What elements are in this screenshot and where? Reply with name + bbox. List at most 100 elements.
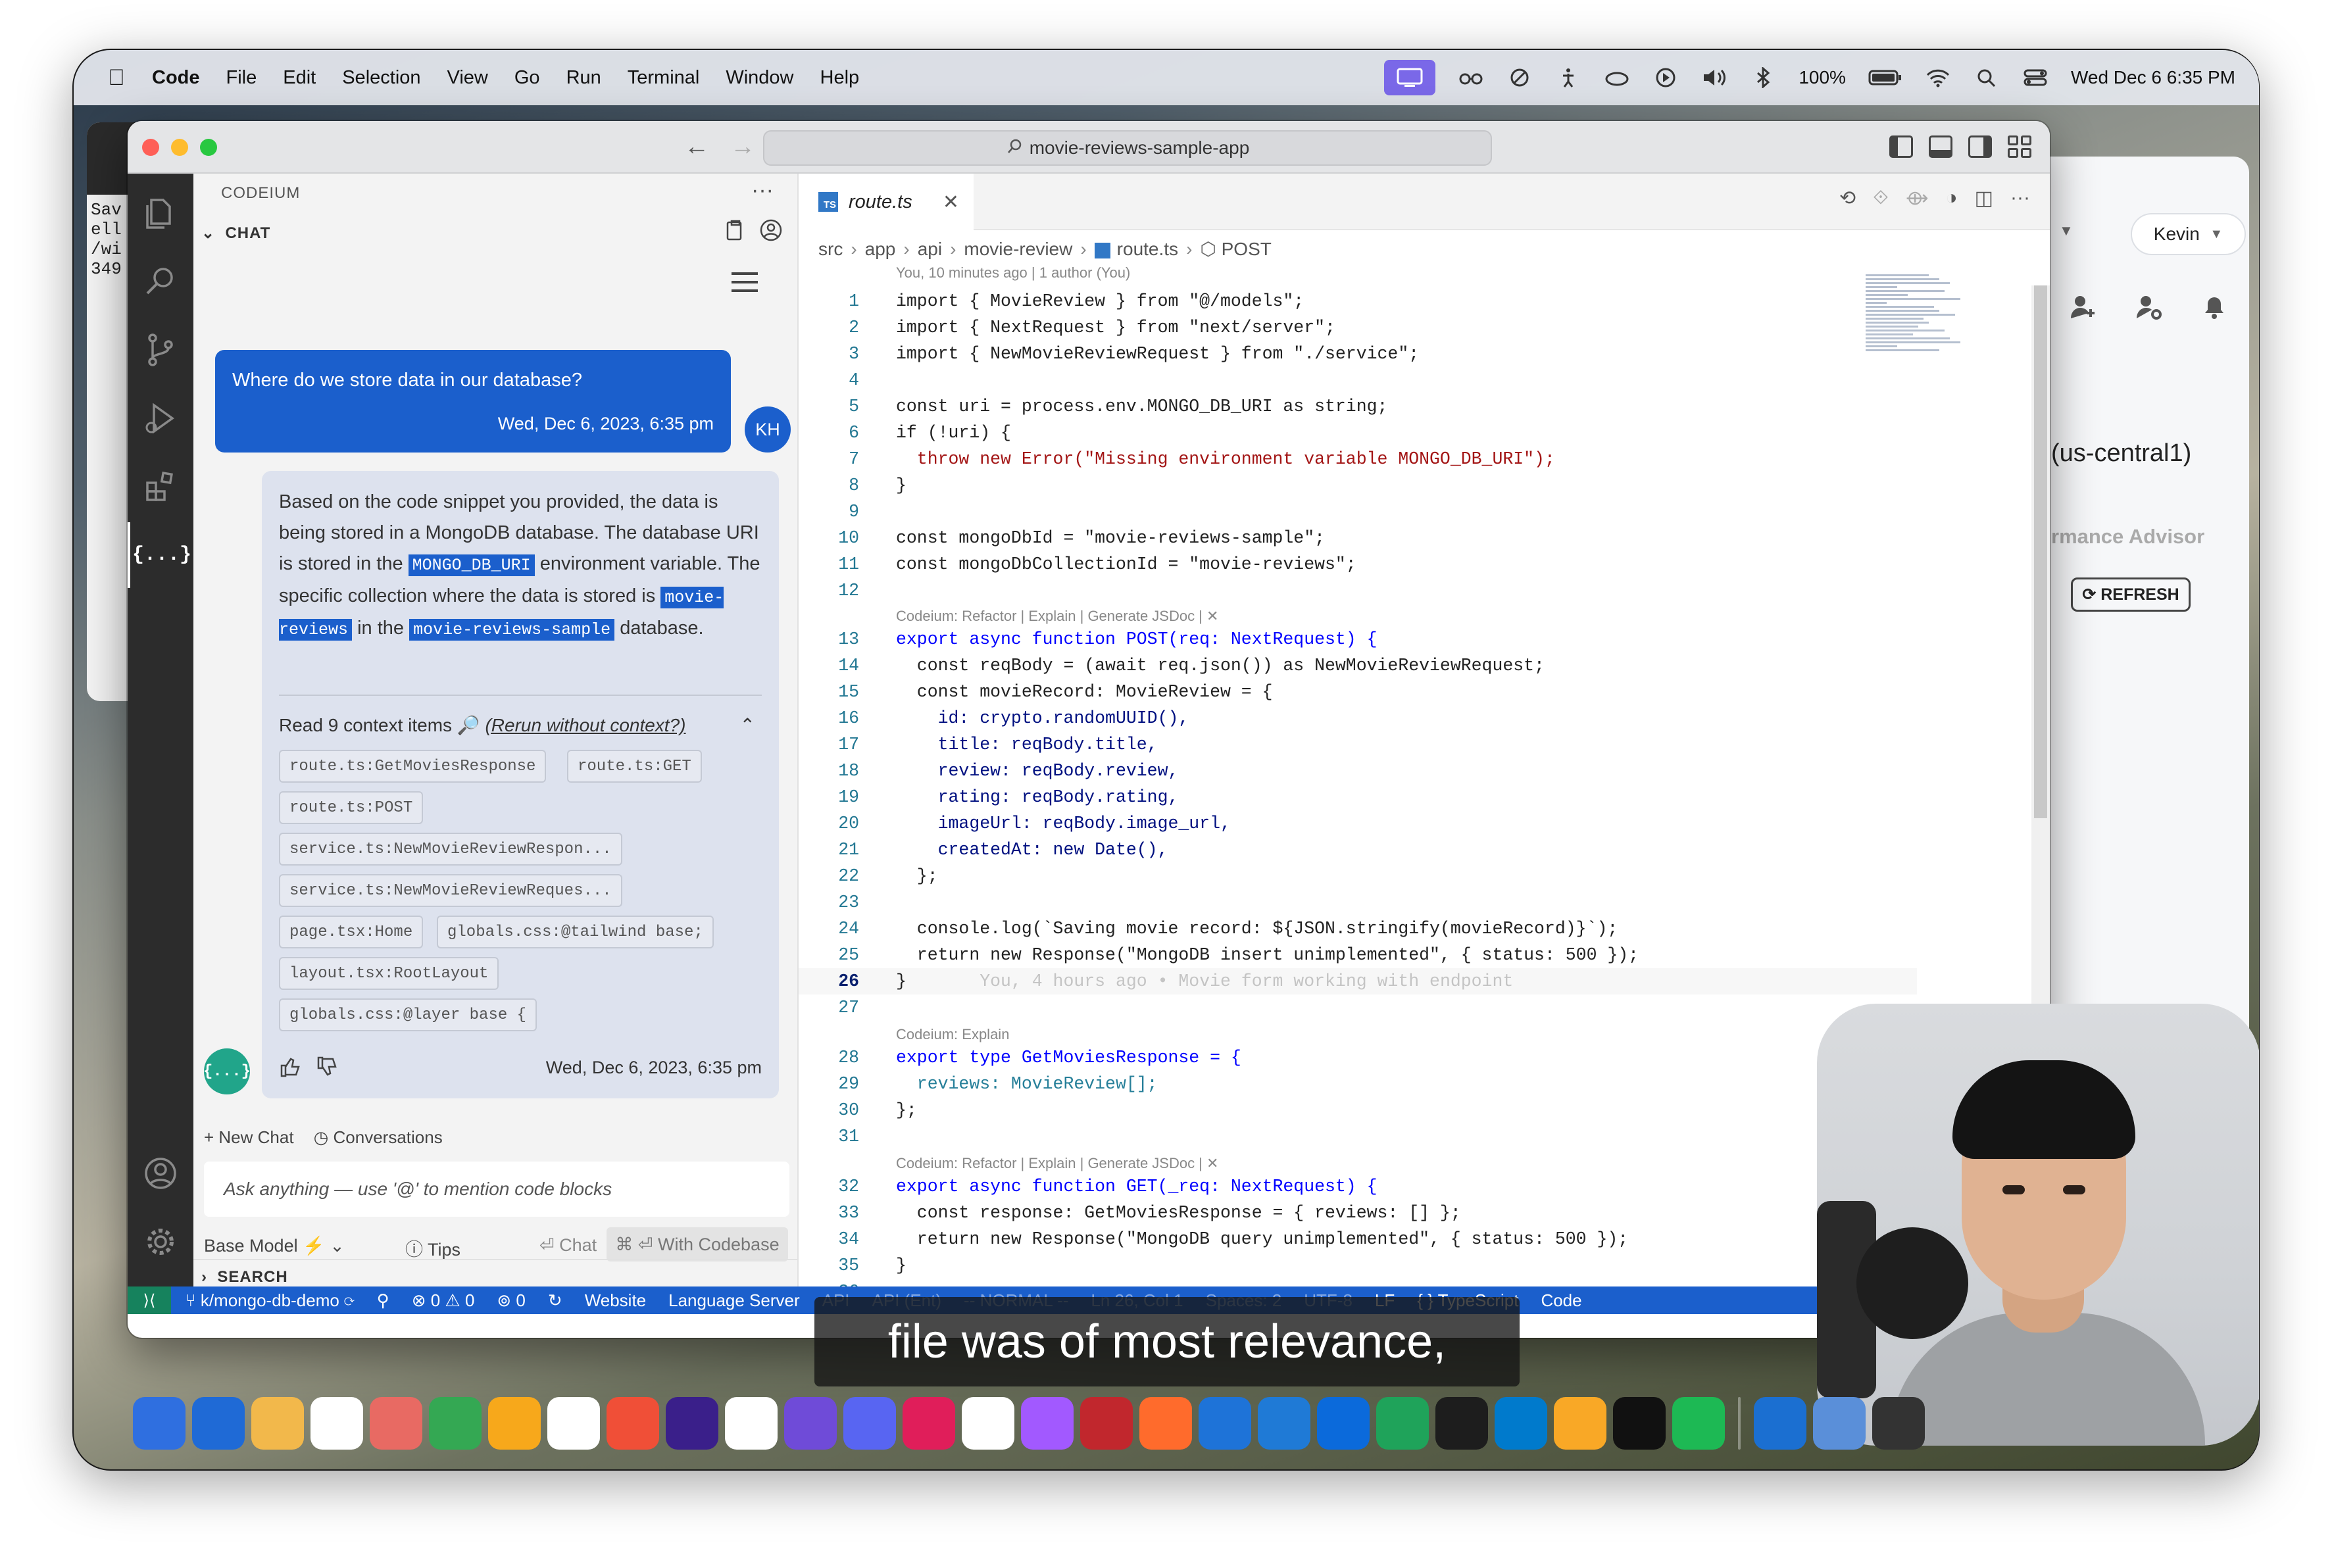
account-icon[interactable] [128,1140,193,1206]
clipboard-icon[interactable] [724,218,747,242]
bell-icon[interactable] [2200,292,2229,321]
dock-app-icon[interactable] [784,1397,837,1450]
menu-app-name[interactable]: Code [152,67,200,89]
breadcrumb-item[interactable]: src [818,239,843,259]
tab-route-ts[interactable]: TS route.ts ✕ [799,174,974,230]
breadcrumb-item[interactable]: api [918,239,942,259]
breadcrumb-item[interactable]: route.ts [1117,239,1178,259]
back-arrow-icon[interactable]: ← [684,133,709,161]
dock-app-icon[interactable] [1754,1397,1806,1450]
dock-app-icon[interactable] [1613,1397,1666,1450]
conversations-button[interactable]: ◷ Conversations [314,1127,443,1148]
wifi-icon[interactable] [1925,67,1951,88]
screen-share-icon[interactable] [1384,60,1436,95]
toggle-panel-icon[interactable] [1929,135,1952,158]
refresh-button[interactable]: ⟳ REFRESH [2071,577,2191,612]
new-chat-button[interactable]: + New Chat [204,1127,294,1148]
scrollbar-thumb[interactable] [2034,285,2047,818]
zoom-window-button[interactable] [200,139,217,156]
glasses-icon[interactable] [1458,67,1484,88]
previous-change-icon[interactable]: ⟐ [1873,187,1889,210]
dock-app-icon[interactable] [903,1397,955,1450]
dock-app-icon[interactable] [547,1397,600,1450]
codeium-code-lens[interactable]: Codeium: Explain [896,1026,1009,1043]
search-section-header[interactable]: › SEARCH [193,1259,797,1286]
dock-app-icon[interactable] [1021,1397,1074,1450]
dock-app-icon[interactable] [666,1397,718,1450]
forward-arrow-icon[interactable]: → [730,133,755,161]
ports-indicator[interactable]: ⊚ 0 [497,1290,525,1311]
extensions-icon[interactable] [128,454,193,520]
model-selector[interactable]: Base Model ⚡ ⌄ [204,1235,345,1256]
context-chip[interactable]: route.ts:GET [567,750,702,783]
chevron-down-icon[interactable]: ▼ [2059,222,2073,239]
more-actions-icon[interactable]: ··· [751,178,774,203]
minimize-window-button[interactable] [171,139,188,156]
dock-app-icon[interactable] [843,1397,896,1450]
refresh-icon[interactable]: ↻ [548,1290,562,1311]
user-settings-icon[interactable] [2134,292,2163,321]
breadcrumb-item[interactable]: app [865,239,896,259]
cloud-icon[interactable] [1604,67,1630,88]
context-chip[interactable]: globals.css:@layer base { [279,998,537,1031]
context-chip[interactable]: globals.css:@tailwind base; [437,916,714,948]
problems-indicator[interactable]: ⊗ 0 ⚠ 0 [412,1290,475,1311]
menu-terminal[interactable]: Terminal [628,67,700,89]
codeium-status[interactable]: Code [1541,1290,1581,1311]
menu-help[interactable]: Help [820,67,860,89]
run-debug-icon[interactable] [128,385,193,451]
command-center-search[interactable]: movie-reviews-sample-app [763,130,1492,166]
thumbs-up-icon[interactable] [279,1055,303,1079]
menu-edit[interactable]: Edit [283,67,316,89]
dock-app-icon[interactable] [725,1397,778,1450]
dock-app-icon[interactable] [1376,1397,1429,1450]
dock-app-icon[interactable] [1258,1397,1310,1450]
dock-app-icon[interactable] [1495,1397,1547,1450]
menu-selection[interactable]: Selection [342,67,420,89]
focus-icon[interactable] [1506,67,1533,88]
play-icon[interactable] [1652,67,1679,88]
dock-app-icon[interactable] [1872,1397,1925,1450]
thumbs-down-icon[interactable] [316,1055,339,1079]
dock-app-icon[interactable] [1813,1397,1866,1450]
menu-file[interactable]: File [226,67,257,89]
toggle-secondary-sidebar-icon[interactable] [1968,135,1992,158]
send-chat-button[interactable]: ⏎ Chat [539,1235,597,1256]
menu-clock[interactable]: Wed Dec 6 6:35 PM [2071,67,2235,88]
user-menu-button[interactable]: Kevin ▼ [2131,213,2246,255]
rerun-without-context-link[interactable]: (Rerun without context?) [485,715,685,735]
close-window-button[interactable] [142,139,159,156]
breadcrumb-item[interactable]: movie-review [964,239,1072,259]
open-changes-icon[interactable]: ⟲ [1839,187,1856,210]
codeium-icon[interactable]: {...} [128,522,193,588]
dock-app-icon[interactable] [1080,1397,1133,1450]
dock-app-icon[interactable] [1199,1397,1251,1450]
volume-icon[interactable] [1701,67,1727,88]
minimap[interactable] [1866,272,1971,384]
codeium-code-lens[interactable]: Codeium: Refactor | Explain | Generate J… [896,608,1218,625]
spotlight-search-icon[interactable] [1974,67,2000,88]
control-center-icon[interactable] [2022,67,2048,88]
blame-annotation[interactable]: You, 10 minutes ago | 1 author (You) [896,264,1130,282]
menu-window[interactable]: Window [726,67,793,89]
context-items-header[interactable]: Read 9 context items 🔎 (Rerun without co… [279,714,762,736]
dock-app-icon[interactable] [133,1397,186,1450]
menu-run[interactable]: Run [566,67,601,89]
chat-input[interactable]: Ask anything — use '@' to mention code b… [204,1162,789,1217]
context-chip[interactable]: service.ts:NewMovieReviewReques... [279,874,622,907]
remote-indicator-icon[interactable]: ⟩⟨ [128,1286,171,1314]
dock-app-icon[interactable] [251,1397,304,1450]
menu-icon[interactable] [732,272,758,292]
context-chip[interactable]: service.ts:NewMovieReviewRespon... [279,833,622,866]
customize-layout-icon[interactable] [2008,135,2031,158]
dock-app-icon[interactable] [370,1397,422,1450]
menu-view[interactable]: View [447,67,488,89]
split-editor-icon[interactable]: ◫ [1975,187,1993,210]
search-icon[interactable] [128,249,193,314]
website-link[interactable]: Website [585,1290,646,1311]
tips-button[interactable]: ⓘ Tips [405,1235,460,1261]
chat-section-header[interactable]: ⌄ CHAT [201,224,270,243]
explorer-icon[interactable] [128,180,193,246]
dock-app-icon[interactable] [429,1397,482,1450]
dock-app-icon[interactable] [310,1397,363,1450]
